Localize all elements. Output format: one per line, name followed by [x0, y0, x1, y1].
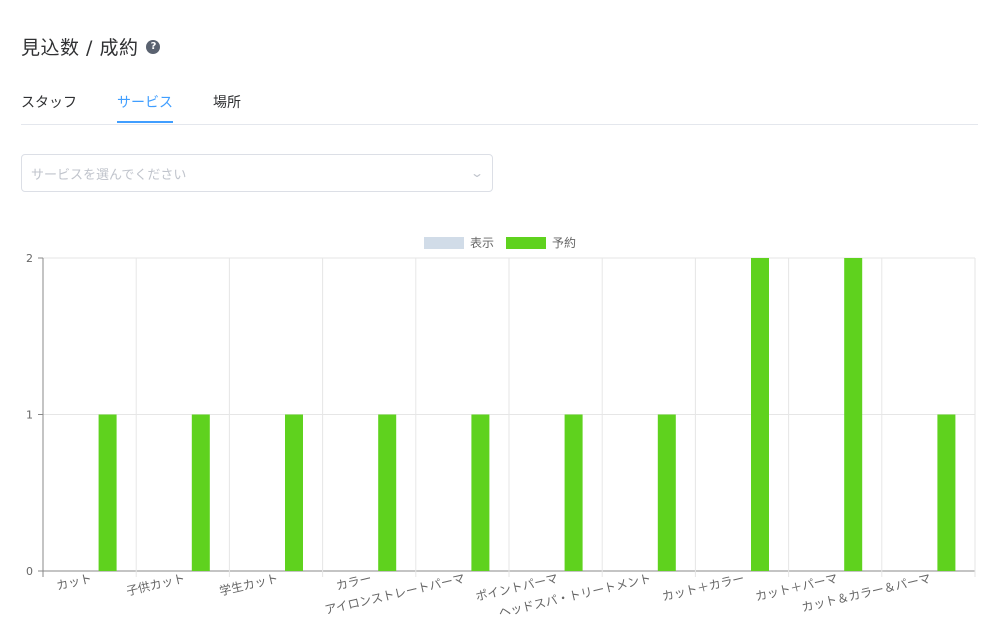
bar-bookings: [378, 414, 397, 571]
y-tick-label: 2: [26, 252, 33, 265]
bar-chart: 012カット 子供カット 学生カット カラーアイロンストレートパーマ ポイントパーマヘッ…: [26, 252, 976, 620]
x-tick-label: カラー: [335, 571, 373, 593]
bar-bookings: [751, 258, 769, 571]
bar-bookings: [844, 258, 863, 571]
x-tick-label: カット＋カラー: [661, 571, 746, 604]
y-tick-label: 1: [26, 409, 33, 422]
bar-bookings: [564, 414, 583, 571]
bar-bookings: [98, 414, 117, 571]
bar-bookings: [191, 414, 210, 571]
y-tick-label: 0: [26, 565, 33, 578]
x-tick-label: 学生カット: [218, 570, 280, 598]
bar-bookings: [285, 414, 303, 571]
x-tick-label: 子供カット: [125, 571, 187, 598]
bar-bookings: [657, 414, 676, 571]
x-tick-label: カット: [55, 571, 93, 593]
bar-bookings: [471, 414, 490, 571]
bar-bookings: [937, 414, 956, 571]
